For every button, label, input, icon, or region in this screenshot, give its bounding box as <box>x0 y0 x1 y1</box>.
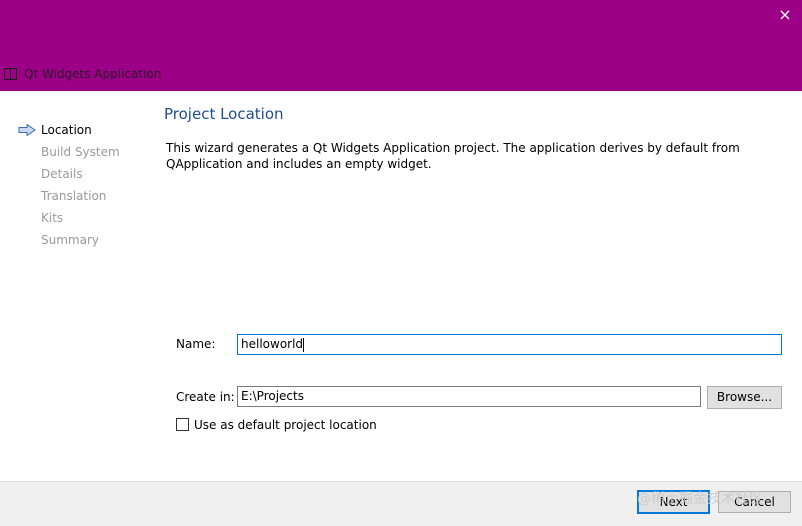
watermark: @稀土掘金技术社区 <box>637 491 763 507</box>
default-location-checkbox[interactable] <box>176 418 189 431</box>
name-input[interactable]: helloworld <box>237 334 782 355</box>
close-icon: × <box>778 5 792 24</box>
step-label: Translation <box>41 189 107 203</box>
step-label: Kits <box>41 211 64 225</box>
current-step-arrow-icon <box>18 124 36 136</box>
step-summary: Summary <box>18 229 148 251</box>
create-in-label: Create in: <box>176 390 235 404</box>
step-location: Location <box>18 119 148 141</box>
step-details: Details <box>18 163 148 185</box>
step-kits: Kits <box>18 207 148 229</box>
step-label: Summary <box>41 233 99 247</box>
step-label: Details <box>41 167 83 181</box>
text-caret <box>303 337 305 352</box>
step-build-system: Build System <box>18 141 148 163</box>
name-label: Name: <box>176 337 216 351</box>
browse-button[interactable]: Browse... <box>707 386 782 409</box>
name-input-value: helloworld <box>241 337 304 351</box>
close-button[interactable]: × <box>774 4 796 26</box>
create-in-input-value: E:\Projects <box>241 389 304 403</box>
title-bar: × Qt Widgets Application <box>0 0 802 91</box>
create-in-input[interactable]: E:\Projects <box>237 386 701 407</box>
step-translation: Translation <box>18 185 148 207</box>
wizard-steps: Location Build System Details Translatio… <box>18 119 148 251</box>
page-title: Project Location <box>164 105 284 123</box>
step-label: Location <box>41 123 92 137</box>
window-title: Qt Widgets Application <box>24 67 162 81</box>
default-location-label[interactable]: Use as default project location <box>194 418 377 432</box>
step-label: Build System <box>41 145 120 159</box>
page-description: This wizard generates a Qt Widgets Appli… <box>166 141 740 171</box>
app-window-icon <box>4 68 17 80</box>
